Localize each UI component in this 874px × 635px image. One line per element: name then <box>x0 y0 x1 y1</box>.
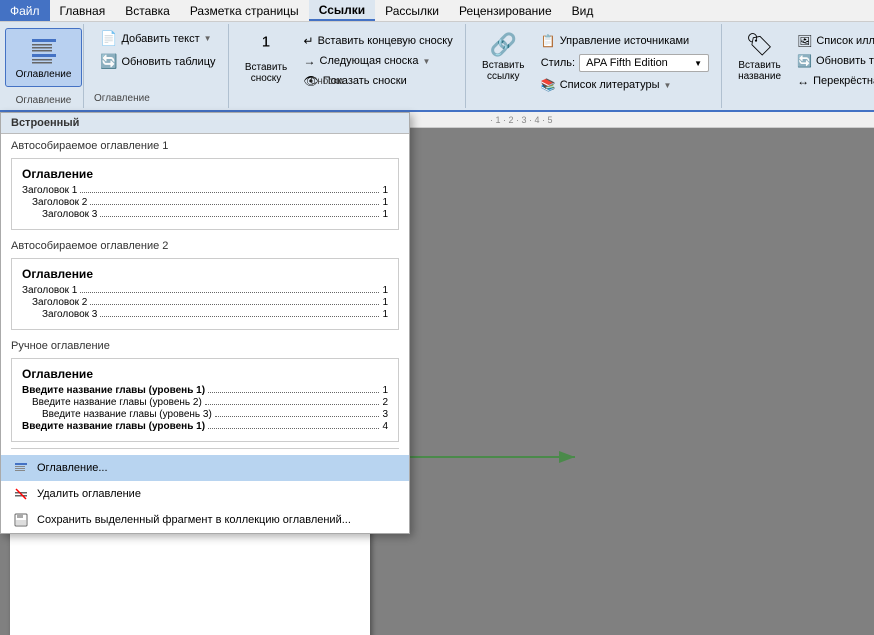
insert-link-icon: 🔗 <box>490 32 517 58</box>
main-area: Встроенный Автособираемое оглавление 1 О… <box>0 112 874 635</box>
toc-label: Оглавление <box>16 69 72 80</box>
dropdown-header: Встроенный <box>1 113 409 134</box>
save-toc-action[interactable]: Сохранить выделенный фрагмент в коллекци… <box>1 507 409 533</box>
insert-footnote-button[interactable]: ¹ Вставить сноску <box>239 28 294 88</box>
footnotes-group-label: Сноски <box>310 74 343 87</box>
toc2-title: Оглавление <box>22 267 388 281</box>
toc1-line3: Заголовок 3 1 <box>22 209 388 220</box>
delete-toc-action[interactable]: Удалить оглавление <box>1 481 409 507</box>
menu-mailings[interactable]: Рассылки <box>375 0 449 21</box>
section3-label: Ручное оглавление <box>1 334 409 354</box>
menu-page-layout[interactable]: Разметка страницы <box>180 0 309 21</box>
menu-home[interactable]: Главная <box>50 0 116 21</box>
insert-endnote-button[interactable]: ↵ Вставить концевую сноску <box>298 32 459 50</box>
toc-button[interactable]: Оглавление <box>5 28 83 87</box>
toc-icon <box>28 35 60 67</box>
menu-view[interactable]: Вид <box>562 0 604 21</box>
footnote-icon: ¹ <box>262 32 270 60</box>
menu-file[interactable]: Файл <box>0 0 50 21</box>
add-text-arrow: ▼ <box>204 34 212 43</box>
crossref-button[interactable]: ↔ Перекрёстная ссылка <box>791 72 874 90</box>
save-toc-icon <box>13 512 29 528</box>
toc1-title: Оглавление <box>22 167 388 181</box>
style-select[interactable]: APA Fifth Edition ▼ <box>579 54 709 72</box>
update-table-icon: 🔄 <box>100 53 117 70</box>
toc-preview-1[interactable]: Оглавление Заголовок 1 1 Заголовок 2 1 З… <box>11 158 399 230</box>
menu-review[interactable]: Рецензирование <box>449 0 562 21</box>
toc1-line1: Заголовок 1 1 <box>22 185 388 196</box>
insert-name-button[interactable]: 🏷 Вставить название <box>732 28 787 86</box>
illustrations-button[interactable]: 🖼 Список иллюстраций <box>791 32 874 50</box>
section2-label: Автособираемое оглавление 2 <box>1 234 409 254</box>
add-text-button[interactable]: 📄 Добавить текст ▼ <box>94 28 222 49</box>
menu-insert[interactable]: Вставка <box>115 0 180 21</box>
update-table2-button[interactable]: 🔄 Обновить таблицу <box>791 52 874 70</box>
insert-link-button[interactable]: 🔗 Вставить ссылку <box>476 28 531 86</box>
toc3-title: Оглавление <box>22 367 388 381</box>
add-text-icon: 📄 <box>100 30 117 47</box>
toc-preview-2[interactable]: Оглавление Заголовок 1 1 Заголовок 2 1 З… <box>11 258 399 330</box>
toc-dropdown-panel: Встроенный Автособираемое оглавление 1 О… <box>0 112 410 534</box>
menu-refs[interactable]: Ссылки <box>309 0 375 21</box>
section1-label: Автособираемое оглавление 1 <box>1 134 409 154</box>
toc3-line1: Введите название главы (уровень 1) 1 <box>22 385 388 396</box>
style-dropdown[interactable]: Стиль: APA Fifth Edition ▼ <box>535 52 715 74</box>
toc1-line2: Заголовок 2 1 <box>22 197 388 208</box>
next-footnote-button[interactable]: → Следующая сноска ▼ <box>298 52 459 70</box>
toc3-line4: Введите название главы (уровень 1) 4 <box>22 421 388 432</box>
toc-settings-icon <box>13 460 29 476</box>
toc3-line3: Введите название главы (уровень 3) 3 <box>22 409 388 420</box>
update-table-button[interactable]: 🔄 Обновить таблицу <box>94 51 222 72</box>
divider <box>11 448 399 449</box>
toc-group: Оглавление Оглавление <box>4 24 84 108</box>
ruler: · 1 · 2 · 3 · 4 · 5 <box>410 112 874 128</box>
toc-group-label: Оглавление <box>16 93 72 106</box>
toc2-line1: Заголовок 1 1 <box>22 285 388 296</box>
arrow-indicator <box>405 442 585 475</box>
toc-preview-3[interactable]: Оглавление Введите название главы (урове… <box>11 358 399 442</box>
toc-group-label2: Оглавление <box>94 91 222 104</box>
ribbon: Оглавление Оглавление 📄 Добавить текст ▼… <box>0 22 874 112</box>
toc3-line2: Введите название главы (уровень 2) 2 <box>22 397 388 408</box>
menu-bar: Файл Главная Вставка Разметка страницы С… <box>0 0 874 22</box>
toc2-line2: Заголовок 2 1 <box>22 297 388 308</box>
insert-name-icon: 🏷 <box>746 32 774 58</box>
style-arrow: ▼ <box>694 59 702 68</box>
literature-button[interactable]: 📚 Список литературы ▼ <box>535 76 715 94</box>
toc-settings-action[interactable]: Оглавление... <box>1 455 409 481</box>
manage-sources-button[interactable]: 📋 Управление источниками <box>535 32 715 50</box>
toc2-line3: Заголовок 3 1 <box>22 309 388 320</box>
delete-toc-icon <box>13 486 29 502</box>
